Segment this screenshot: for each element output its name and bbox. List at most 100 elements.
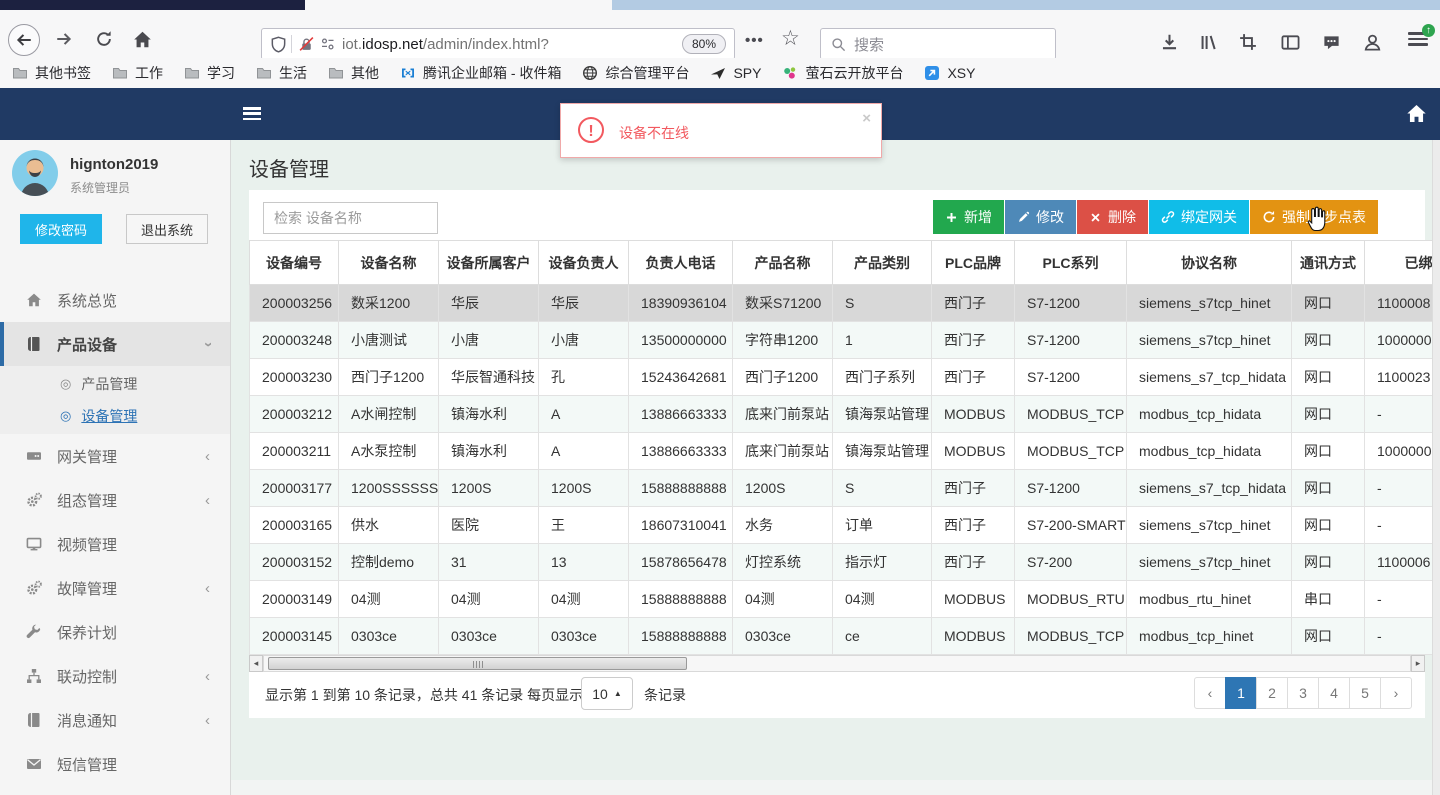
page-actions-icon[interactable]: ••• — [745, 32, 764, 49]
pocket-chat-icon[interactable] — [1319, 30, 1343, 54]
bookmark-item[interactable]: 学习 — [184, 63, 235, 83]
column-header[interactable]: 设备名称 — [338, 240, 439, 285]
add-button[interactable]: 新增 — [933, 200, 1004, 234]
column-header[interactable]: 产品类别 — [832, 240, 932, 285]
column-header[interactable]: PLC系列 — [1014, 240, 1127, 285]
bookmark-item[interactable]: 其他 — [328, 63, 379, 83]
vertical-scrollbar[interactable] — [1432, 140, 1440, 795]
sidebar-item[interactable]: 视频管理 — [0, 522, 230, 566]
prev-page-button[interactable]: ‹ — [1194, 677, 1226, 709]
bookmark-item[interactable]: 萤石云开放平台 — [782, 63, 903, 83]
table-cell: modbus_rtu_hinet — [1126, 580, 1292, 618]
logout-button[interactable]: 退出系统 — [126, 214, 208, 244]
column-header[interactable]: 协议名称 — [1126, 240, 1292, 285]
tracking-shield-icon[interactable] — [270, 35, 287, 53]
table-row[interactable]: 200003149 04测 04测 04测 15888888888 04测 04测 MODBU… — [249, 580, 1432, 618]
sidebar-item[interactable]: 故障管理 ‹ — [0, 566, 230, 610]
column-header[interactable]: 负责人电话 — [628, 240, 733, 285]
permissions-icon[interactable] — [320, 36, 336, 52]
library-icon[interactable] — [1196, 30, 1220, 54]
table-row[interactable]: 200003248 小唐测试 小唐 小唐 13500000000 字符串1200 1 西门子 S… — [249, 321, 1432, 359]
page-button[interactable]: 4 — [1318, 677, 1350, 709]
table-row[interactable]: 200003211 A水泵控制 镇海水利 A 13886663333 底来门前泵站 镇海泵站… — [249, 432, 1432, 470]
scroll-left-button[interactable]: ◂ — [249, 655, 263, 672]
sidebar-item[interactable]: 短信管理 — [0, 742, 230, 786]
column-header[interactable]: PLC品牌 — [931, 240, 1015, 285]
page-button[interactable]: 3 — [1287, 677, 1319, 709]
folder-icon — [12, 65, 29, 82]
active-tab-sliver[interactable] — [0, 0, 305, 10]
sidebar-item[interactable]: 系统总览 — [0, 278, 230, 322]
next-page-button[interactable]: › — [1380, 677, 1412, 709]
table-cell: 200003211 — [249, 432, 339, 470]
sidebar-subitem[interactable]: ◎ 设备管理 — [0, 400, 230, 432]
column-header[interactable]: 设备编号 — [249, 240, 339, 285]
menu-hamburger-icon[interactable]: ↑ — [1408, 24, 1435, 48]
delete-button[interactable]: 删除 — [1077, 200, 1148, 234]
bookmark-item[interactable]: 腾讯企业邮箱 - 收件箱 — [400, 63, 561, 83]
column-header[interactable]: 设备所属客户 — [438, 240, 539, 285]
table-row[interactable]: 200003165 供水 医院王 18607310041 水务 订单 西门子 S7-200-S… — [249, 506, 1432, 544]
sidebar-toggle-icon[interactable] — [243, 107, 261, 121]
url-bar[interactable]: iot.idosp.net/admin/index.html? 80% — [261, 28, 735, 60]
column-header[interactable]: 设备负责人 — [538, 240, 629, 285]
bookmark-item[interactable]: 其他书签 — [12, 63, 91, 83]
insecure-lock-icon[interactable] — [298, 36, 315, 53]
scrollbar-thumb[interactable] — [268, 657, 687, 670]
bookmark-item[interactable]: 综合管理平台 — [582, 63, 689, 83]
table-row[interactable]: 200003145 0303ce 0303ce 0303ce 15888888888 03… — [249, 617, 1432, 655]
table-row[interactable]: 200003177 1200SSSSSS 1200S 1200S 15888888888… — [249, 469, 1432, 507]
force-sync-points-button[interactable]: 强制同步点表 — [1250, 200, 1378, 234]
home-button[interactable] — [130, 27, 154, 51]
table-row[interactable]: 200003230 西门子1200 华辰智通科技孔 15243642681 西门子120… — [249, 358, 1432, 396]
scrollbar-track[interactable] — [263, 655, 1411, 672]
sidebar-item[interactable]: 网关管理 ‹ — [0, 434, 230, 478]
browser-search-field[interactable]: 搜索 — [820, 28, 1056, 60]
column-header[interactable]: 通讯方式 — [1291, 240, 1365, 285]
edit-button[interactable]: 修改 — [1005, 200, 1076, 234]
sidebar-item[interactable]: 组态管理 ‹ — [0, 478, 230, 522]
account-icon[interactable] — [1360, 30, 1384, 54]
back-button[interactable] — [8, 24, 40, 56]
reload-button[interactable] — [92, 27, 116, 51]
bookmark-item[interactable]: 生活 — [256, 63, 307, 83]
bookmark-star-icon[interactable]: ☆ — [781, 26, 800, 51]
table-cell: 西门子1200 — [732, 358, 833, 396]
sidebar-item[interactable]: 产品设备 ‹ — [0, 322, 230, 366]
table-cell: 1100023 — [1364, 358, 1432, 396]
sidebar-item[interactable]: 保养计划 — [0, 610, 230, 654]
page-button[interactable]: 5 — [1349, 677, 1381, 709]
bookmark-item[interactable]: XSY — [924, 65, 975, 82]
table-row[interactable]: 200003256 数采1200 华辰 华辰 18390936104 数采S71200 S 西… — [249, 284, 1432, 322]
gears-icon — [26, 492, 44, 508]
app-home-icon[interactable] — [1406, 103, 1427, 127]
table-row[interactable]: 200003152 控制demo 31 13 15878656478 灯控系统 指示灯 西门子… — [249, 543, 1432, 581]
page-button[interactable]: 2 — [1256, 677, 1288, 709]
table-cell: - — [1364, 617, 1432, 655]
offline-alert: ! 设备不在线 × — [560, 103, 882, 158]
chevron-icon: ‹ — [199, 341, 216, 347]
bookmark-item[interactable]: 工作 — [112, 63, 163, 83]
bind-gateway-button[interactable]: 绑定网关 — [1149, 200, 1249, 234]
column-header[interactable]: 产品名称 — [732, 240, 833, 285]
change-password-button[interactable]: 修改密码 — [20, 214, 102, 244]
table-cell: 指示灯 — [832, 543, 932, 581]
sidebar-subitem[interactable]: ◎ 产品管理 — [0, 368, 230, 400]
bookmark-item[interactable]: SPY — [710, 65, 761, 82]
device-panel: 新增 修改 删除 绑定网关 强制同步点表 设备编号设备名称设备所属客户设备负责人负责人电… — [249, 190, 1432, 718]
sidebar-item[interactable]: 联动控制 ‹ — [0, 654, 230, 698]
forward-button[interactable] — [52, 27, 76, 51]
scroll-right-button[interactable]: ▸ — [1411, 655, 1425, 672]
downloads-icon[interactable] — [1157, 30, 1181, 54]
browser-toolbar: iot.idosp.net/admin/index.html? 80% ••• … — [0, 10, 1440, 60]
screenshot-icon[interactable] — [1236, 30, 1260, 54]
alert-close-icon[interactable]: × — [862, 110, 871, 127]
zoom-level-badge[interactable]: 80% — [681, 34, 726, 54]
device-search-input[interactable] — [263, 202, 438, 234]
page-size-select[interactable]: 10 ▲ — [581, 677, 633, 710]
page-button[interactable]: 1 — [1225, 677, 1257, 709]
column-header[interactable]: 已绑定网关 — [1364, 240, 1432, 285]
table-row[interactable]: 200003212 A水闸控制 镇海水利 A 13886663333 底来门前泵站 镇海泵站… — [249, 395, 1432, 433]
sidebar-item[interactable]: 消息通知 ‹ — [0, 698, 230, 742]
sidebars-icon[interactable] — [1278, 30, 1302, 54]
